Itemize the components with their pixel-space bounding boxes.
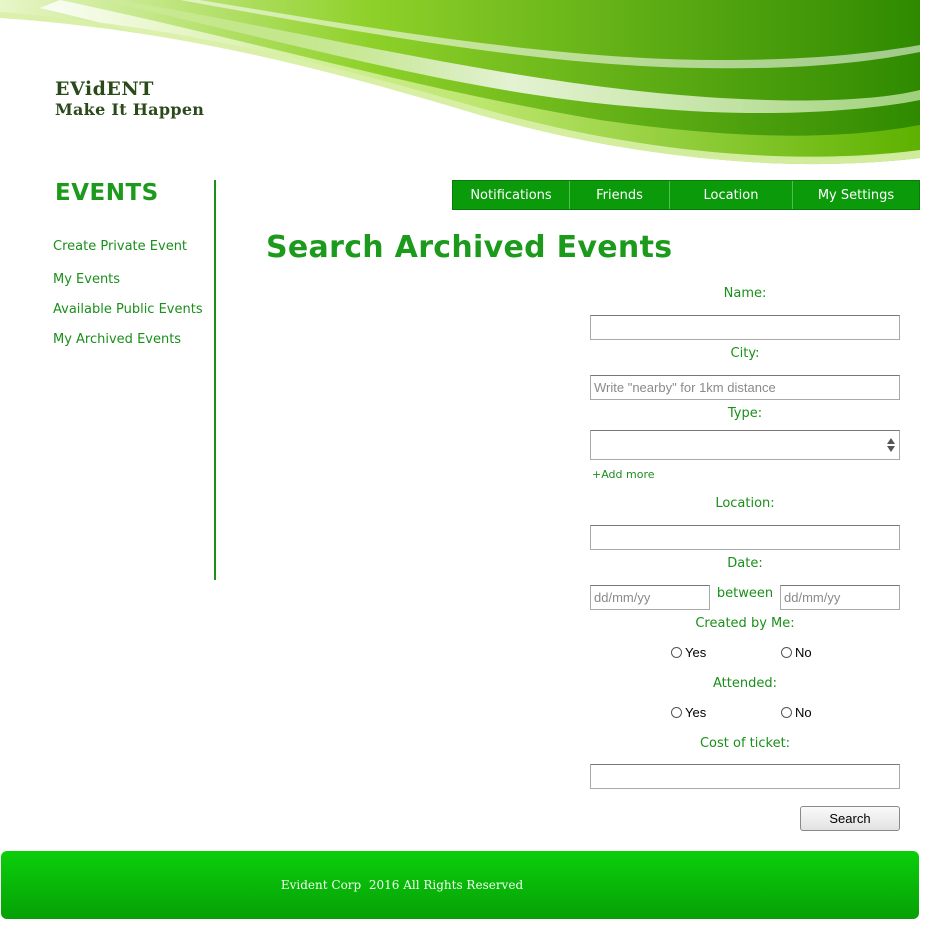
- location-label: Location:: [715, 496, 775, 511]
- brand-logo: EVidENT Make It Happen: [55, 80, 204, 118]
- attended-no-radio[interactable]: No: [781, 705, 812, 720]
- created-by-me-no-radio[interactable]: No: [781, 645, 812, 660]
- radio-label: No: [795, 705, 812, 720]
- radio-label: Yes: [685, 705, 707, 720]
- name-label: Name:: [723, 286, 767, 301]
- nav-location[interactable]: Location: [670, 181, 793, 209]
- city-label: City:: [730, 346, 760, 361]
- date-to-input[interactable]: [780, 585, 900, 610]
- sidebar-divider: [214, 180, 216, 580]
- date-label: Date:: [727, 556, 763, 571]
- city-input[interactable]: [590, 375, 900, 400]
- name-input[interactable]: [590, 315, 900, 340]
- brand-tagline: Make It Happen: [55, 100, 205, 119]
- radio-circle-icon[interactable]: [671, 647, 682, 658]
- footer-copyright: Evident Corp 2016 All Rights Reserved: [280, 878, 524, 892]
- sidebar-item-my-archived-events[interactable]: My Archived Events: [53, 332, 181, 347]
- spin-down-icon[interactable]: [886, 446, 895, 452]
- add-more-link[interactable]: +Add more: [592, 468, 655, 481]
- top-nav: Notifications Friends Location My Settin…: [452, 180, 920, 210]
- attended-yes-radio[interactable]: Yes: [671, 705, 706, 720]
- page-title: Search Archived Events: [266, 230, 673, 265]
- radio-circle-icon[interactable]: [781, 647, 792, 658]
- nav-notifications[interactable]: Notifications: [453, 181, 570, 209]
- radio-label: Yes: [685, 645, 707, 660]
- created-by-me-label: Created by Me:: [695, 616, 795, 631]
- spin-up-icon[interactable]: [886, 438, 895, 444]
- cost-label: Cost of ticket:: [699, 736, 791, 751]
- radio-label: No: [795, 645, 812, 660]
- nav-my-settings[interactable]: My Settings: [793, 181, 919, 209]
- cost-input[interactable]: [590, 764, 900, 789]
- location-input[interactable]: [590, 525, 900, 550]
- type-label: Type:: [727, 406, 763, 421]
- header-banner: EVidENT Make It Happen: [0, 0, 920, 170]
- created-by-me-yes-radio[interactable]: Yes: [671, 645, 706, 660]
- sidebar-item-my-events[interactable]: My Events: [53, 272, 120, 287]
- nav-friends[interactable]: Friends: [570, 181, 670, 209]
- footer: Evident Corp 2016 All Rights Reserved: [1, 851, 919, 919]
- type-spinner[interactable]: [882, 431, 899, 459]
- attended-label: Attended:: [713, 676, 777, 691]
- date-from-input[interactable]: [590, 585, 710, 610]
- sidebar-title: EVENTS: [55, 180, 159, 206]
- brand-name: EVidENT: [55, 78, 154, 100]
- search-button[interactable]: Search: [800, 806, 900, 831]
- between-label: between: [716, 586, 774, 601]
- type-select[interactable]: [590, 430, 900, 460]
- sidebar-item-available-public-events[interactable]: Available Public Events: [53, 302, 203, 317]
- radio-circle-icon[interactable]: [671, 707, 682, 718]
- sidebar-item-create-private-event[interactable]: Create Private Event: [53, 239, 187, 254]
- radio-circle-icon[interactable]: [781, 707, 792, 718]
